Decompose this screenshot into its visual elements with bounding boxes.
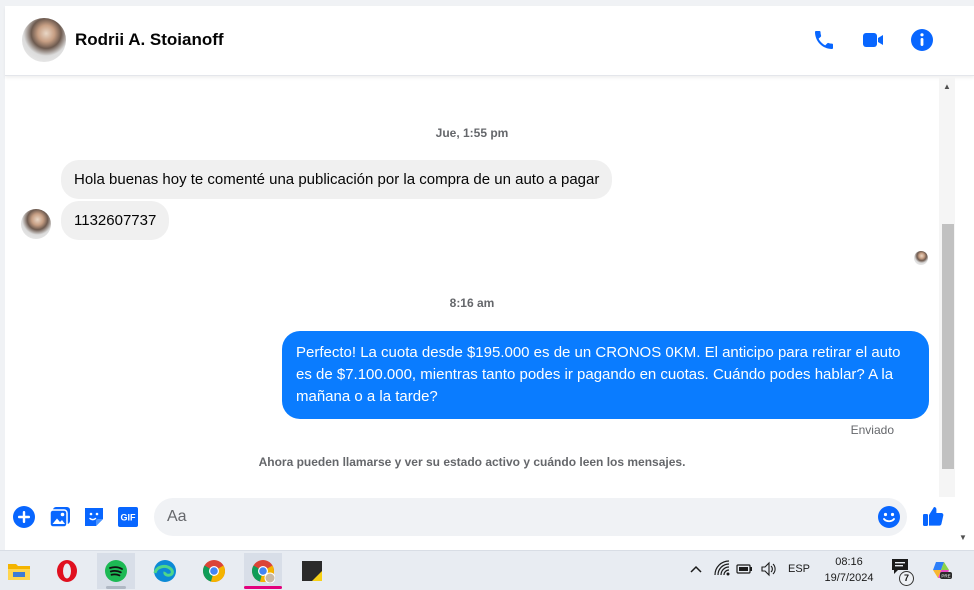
outgoing-message[interactable]: Perfecto! La cuota desde $195.000 es de …: [282, 331, 929, 419]
thumbs-up-icon[interactable]: [921, 504, 945, 528]
message-status: Enviado: [850, 423, 894, 437]
incoming-message[interactable]: Hola buenas hoy te comenté una publicaci…: [61, 160, 613, 199]
contact-avatar[interactable]: [22, 18, 66, 62]
scrollbar[interactable]: ▲: [939, 77, 955, 497]
svg-text:PRE: PRE: [941, 574, 950, 579]
message-composer: GIF: [5, 494, 955, 540]
edge-icon[interactable]: [146, 553, 184, 589]
clock-time: 08:16: [835, 556, 863, 568]
gif-icon[interactable]: GIF: [116, 505, 140, 529]
video-camera-icon[interactable]: [861, 28, 885, 52]
image-icon[interactable]: [48, 505, 72, 529]
chrome-icon[interactable]: [195, 553, 233, 589]
windows-taskbar: ESP 08:16 19/7/2024 7 PRE: [0, 550, 974, 590]
chrome-profile-icon[interactable]: [244, 553, 282, 589]
notification-center-icon[interactable]: 7: [890, 558, 914, 586]
spotify-icon[interactable]: [97, 553, 135, 589]
contact-name[interactable]: Rodrii A. Stoianoff: [75, 30, 224, 50]
plus-icon[interactable]: [12, 505, 36, 529]
battery-icon[interactable]: [736, 561, 754, 580]
seen-indicator-avatar: [914, 251, 928, 265]
sticker-icon[interactable]: [82, 505, 106, 529]
scroll-thumb[interactable]: [942, 224, 954, 469]
opera-icon[interactable]: [48, 553, 86, 589]
timestamp: 8:16 am: [449, 296, 495, 310]
scroll-down-arrow-icon[interactable]: ▼: [959, 533, 967, 542]
phone-icon[interactable]: [812, 28, 836, 52]
chat-header: Rodrii A. Stoianoff: [5, 6, 974, 76]
timestamp: Jue, 1:55 pm: [435, 126, 509, 140]
show-hidden-icons-chevron-icon[interactable]: [690, 559, 702, 582]
sticky-notes-icon[interactable]: [293, 553, 331, 589]
volume-icon[interactable]: [760, 561, 778, 580]
info-icon[interactable]: [910, 28, 934, 52]
screen: Rodrii A. Stoianoff Jue, 1:55 pm Hola bu…: [0, 0, 974, 590]
file-explorer-icon[interactable]: [0, 553, 38, 589]
clock-date: 19/7/2024: [824, 572, 874, 584]
sender-avatar[interactable]: [21, 209, 51, 239]
notification-count-badge: 7: [899, 571, 914, 586]
emoji-icon[interactable]: [877, 505, 901, 529]
incoming-message[interactable]: 1132607737: [61, 201, 170, 240]
input-language[interactable]: ESP: [788, 563, 810, 575]
chat-window: Rodrii A. Stoianoff Jue, 1:55 pm Hola bu…: [5, 6, 974, 550]
message-input[interactable]: [154, 498, 907, 536]
system-clock[interactable]: 08:16 19/7/2024: [812, 554, 886, 586]
scroll-up-arrow-icon[interactable]: ▲: [939, 79, 955, 93]
wifi-icon[interactable]: [714, 560, 730, 581]
copilot-icon[interactable]: PRE: [930, 559, 952, 584]
message-list: Jue, 1:55 pm Hola buenas hoy te comenté …: [5, 77, 939, 497]
info-notice: Ahora pueden llamarse y ver su estado ac…: [258, 455, 686, 469]
gif-label: GIF: [121, 513, 137, 523]
